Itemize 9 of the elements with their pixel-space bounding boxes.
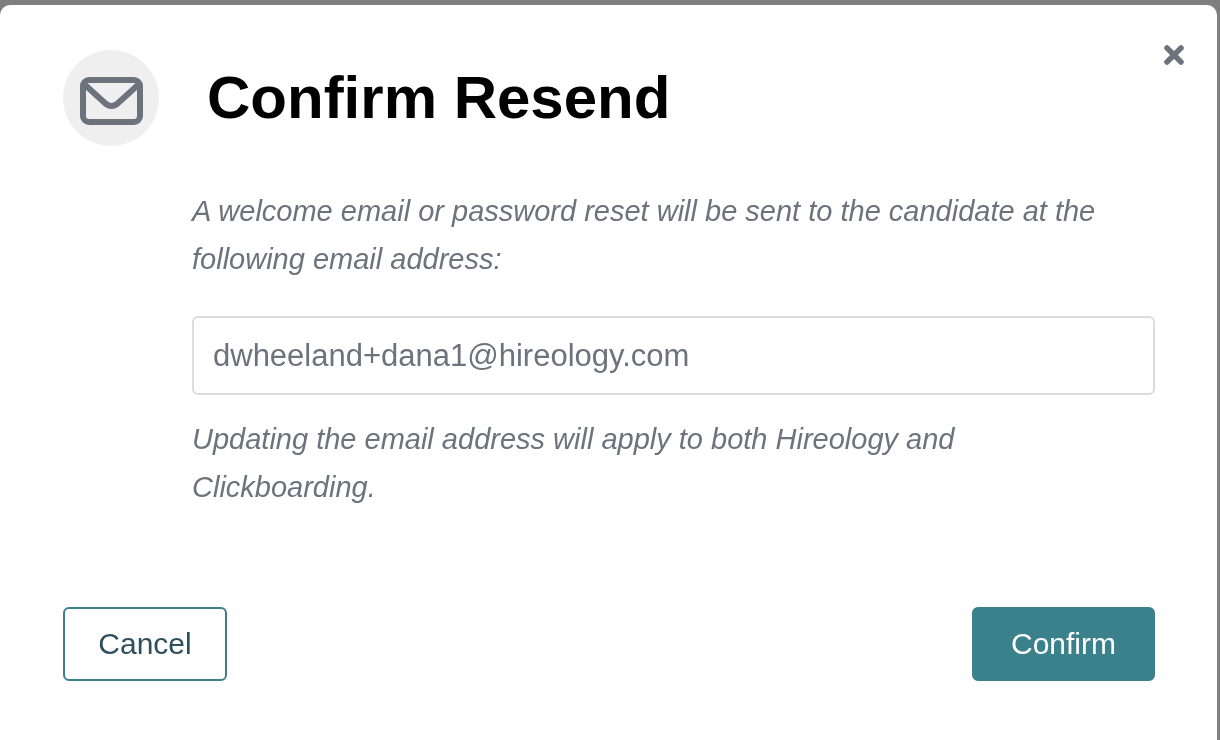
dialog-title: Confirm Resend (207, 65, 671, 131)
cancel-button[interactable]: Cancel (63, 607, 227, 681)
envelope-icon (63, 50, 159, 146)
note-text: Updating the email address will apply to both Hireology and Clickboarding. (192, 422, 956, 505)
message-text: A welcome email or password reset will be sent to the candidate at the following email address: (192, 194, 1097, 277)
close-icon (1163, 44, 1185, 66)
confirm-button[interactable]: Confirm (972, 607, 1155, 681)
email-field[interactable]: dwheeland+dana1@hireology.com (192, 316, 1155, 395)
close-button[interactable] (1163, 44, 1185, 66)
